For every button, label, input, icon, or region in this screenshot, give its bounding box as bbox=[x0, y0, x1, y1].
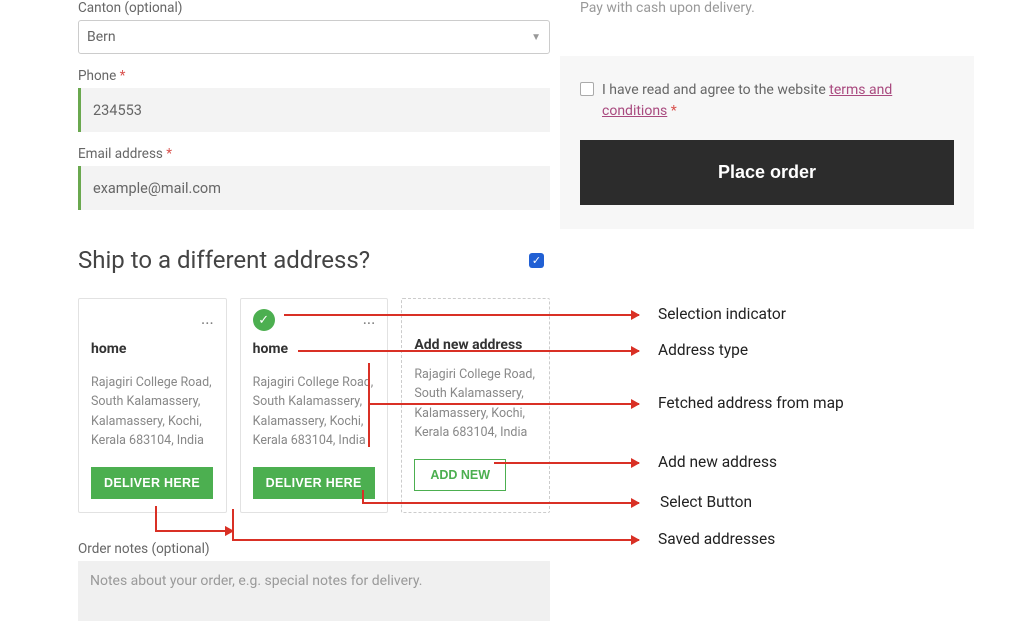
place-order-button[interactable]: Place order bbox=[580, 140, 954, 205]
annotation-arrow bbox=[155, 530, 233, 532]
annotation-arrow bbox=[155, 506, 157, 530]
phone-input[interactable]: 234553 bbox=[78, 88, 550, 132]
ship-heading: Ship to a different address? bbox=[78, 246, 370, 274]
canton-value: Bern bbox=[87, 29, 116, 45]
annotation-arrow bbox=[362, 502, 639, 504]
annotation-label: Select Button bbox=[660, 493, 752, 511]
address-card-1: ... home Rajagiri College Road, South Ka… bbox=[78, 298, 227, 513]
ship-checkbox[interactable]: ✓ bbox=[529, 253, 544, 268]
address-card-type: home bbox=[253, 341, 376, 357]
deliver-here-button[interactable]: DELIVER HERE bbox=[91, 467, 213, 499]
annotation-arrow bbox=[284, 314, 639, 316]
new-address-card: Add new address Rajagiri College Road, S… bbox=[401, 298, 550, 513]
consent-box: I have read and agree to the website ter… bbox=[560, 56, 974, 229]
card-menu-icon[interactable]: ... bbox=[201, 309, 214, 328]
address-card-address: Rajagiri College Road, South Kalamassery… bbox=[91, 373, 214, 451]
order-notes-label: Order notes (optional) bbox=[78, 541, 550, 557]
deliver-here-button[interactable]: DELIVER HERE bbox=[253, 467, 375, 499]
annotation-arrow bbox=[494, 462, 639, 464]
phone-label: Phone * bbox=[78, 68, 550, 84]
canton-label: Canton (optional) bbox=[78, 0, 550, 16]
annotation-label: Selection indicator bbox=[658, 305, 786, 323]
terms-checkbox[interactable] bbox=[580, 82, 594, 96]
order-notes-textarea[interactable]: Notes about your order, e.g. special not… bbox=[78, 561, 550, 621]
annotation-label: Address type bbox=[658, 341, 748, 359]
email-input[interactable]: example@mail.com bbox=[78, 166, 550, 210]
consent-text: I have read and agree to the website ter… bbox=[602, 80, 954, 122]
annotation-label: Add new address bbox=[658, 453, 777, 471]
annotation-label: Fetched address from map bbox=[658, 394, 844, 412]
selected-check-icon: ✓ bbox=[253, 309, 275, 331]
annotation-arrow bbox=[368, 403, 639, 405]
annotation-arrow bbox=[368, 363, 370, 447]
annotation-arrow bbox=[232, 530, 234, 541]
canton-select[interactable]: Bern ▼ bbox=[78, 20, 550, 54]
address-card-type: home bbox=[91, 341, 214, 357]
address-card-2: ✓ ... home Rajagiri College Road, South … bbox=[240, 298, 389, 513]
card-menu-icon[interactable]: ... bbox=[363, 309, 376, 328]
annotation-arrow bbox=[362, 490, 364, 504]
payment-note: Pay with cash upon delivery. bbox=[560, 0, 974, 16]
annotation-label: Saved addresses bbox=[658, 530, 775, 548]
annotation-arrow bbox=[232, 539, 639, 541]
annotation-arrow bbox=[298, 350, 639, 352]
address-card-address: Rajagiri College Road, South Kalamassery… bbox=[253, 373, 376, 451]
email-label: Email address * bbox=[78, 146, 550, 162]
add-new-button[interactable]: ADD NEW bbox=[414, 459, 506, 491]
chevron-down-icon: ▼ bbox=[531, 32, 541, 43]
